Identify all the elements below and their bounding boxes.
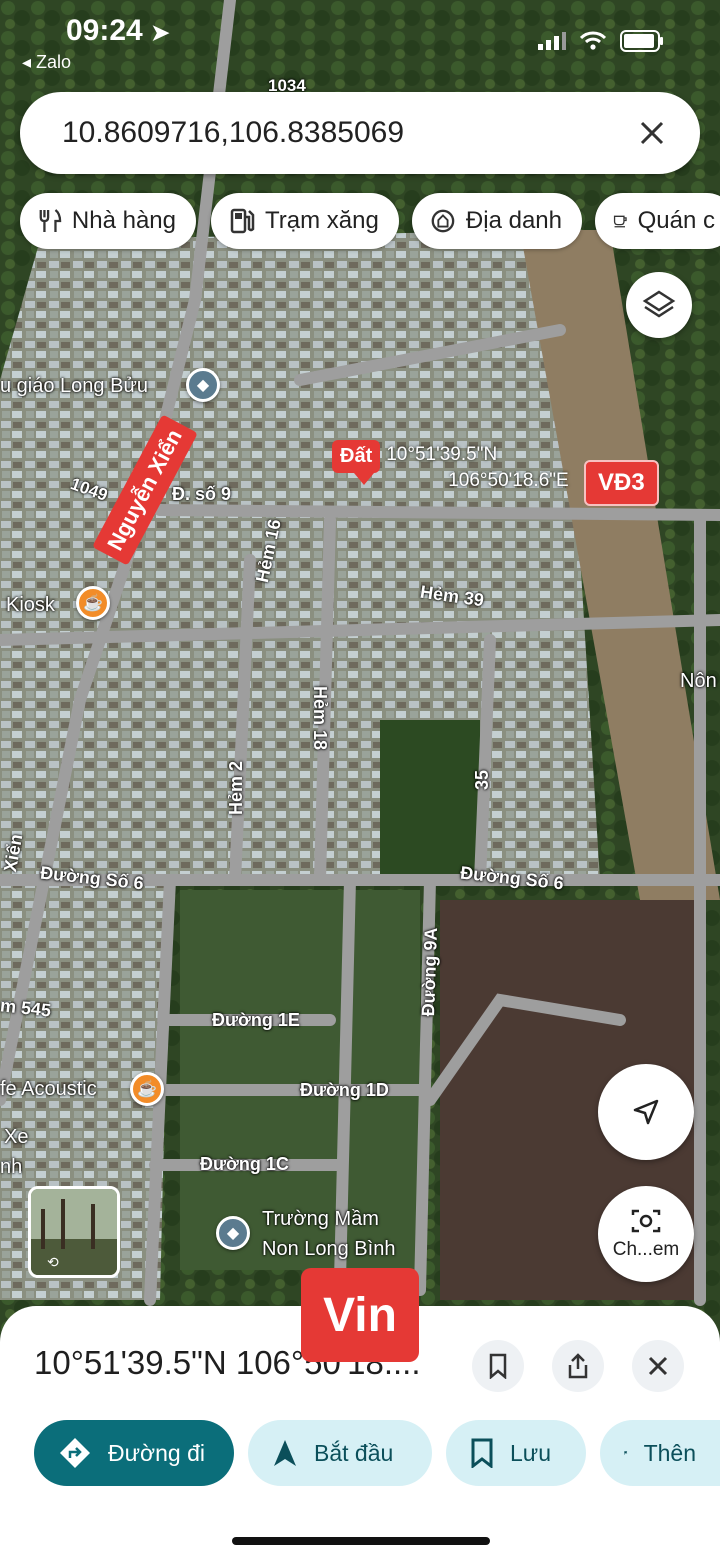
landmark-icon xyxy=(431,209,455,233)
navigation-icon xyxy=(274,1440,296,1466)
chip-landmarks[interactable]: Địa danh xyxy=(412,193,582,249)
street-view-image: ⟲ xyxy=(31,1189,117,1275)
layers-icon xyxy=(642,290,676,318)
status-icons xyxy=(538,30,664,52)
camera-search-label: Ch...em xyxy=(612,1239,680,1260)
vin-watermark-badge: Vin xyxy=(301,1268,419,1362)
more-label: Thên xyxy=(643,1439,696,1466)
chip-label: Địa danh xyxy=(465,207,562,234)
flag-icon xyxy=(624,1451,628,1455)
directions-button[interactable]: Đường đi xyxy=(34,1420,234,1486)
cafe-icon xyxy=(613,215,627,228)
bookmark-button[interactable] xyxy=(472,1340,524,1392)
navigation-arrow-icon xyxy=(633,1099,659,1125)
chip-label: Nhà hàng xyxy=(71,207,176,234)
directions-icon xyxy=(60,1438,90,1468)
signal-icon xyxy=(538,32,566,50)
map-label-cafe: fe Acoustic xyxy=(0,1078,97,1100)
street-view-thumbnail[interactable]: ⟲ xyxy=(28,1186,120,1278)
map-label-kiosk: Kiosk xyxy=(6,594,55,616)
wifi-icon xyxy=(580,31,606,50)
bookmark-icon xyxy=(489,1353,507,1379)
close-sheet-button[interactable] xyxy=(632,1340,684,1392)
map-label-school: u giáo Long Bửu xyxy=(0,375,148,397)
home-indicator[interactable] xyxy=(232,1537,490,1545)
search-bar[interactable] xyxy=(20,92,700,174)
pin-lng: 106°50'18.6"E xyxy=(448,470,569,491)
svg-text:⟲: ⟲ xyxy=(47,1255,59,1271)
restaurant-icon xyxy=(39,209,62,233)
save-button[interactable]: Lưu xyxy=(446,1420,586,1486)
back-to-app-link[interactable]: ◂ Zalo xyxy=(22,52,71,73)
status-time: 09:24 ➤ xyxy=(66,14,170,47)
gas-station-icon xyxy=(230,208,255,234)
pin-pointer-icon xyxy=(354,473,374,485)
chip-cafes[interactable]: Quán c xyxy=(595,193,720,249)
share-button[interactable] xyxy=(552,1340,604,1392)
map-label-school: Non Long Bình xyxy=(262,1238,396,1260)
vd3-badge: VĐ3 xyxy=(584,460,659,506)
battery-icon xyxy=(620,30,663,52)
close-icon xyxy=(640,121,664,145)
camera-icon xyxy=(631,1209,661,1233)
map-label-road: Đường 1E xyxy=(212,1010,300,1030)
map-label-school: Trường Mầm xyxy=(262,1208,379,1230)
save-label: Lưu xyxy=(510,1439,551,1466)
chip-restaurants[interactable]: Nhà hàng xyxy=(20,193,196,249)
school-poi-icon[interactable]: ◆ xyxy=(186,368,220,402)
pin-title: Đất xyxy=(332,440,381,473)
map-label-place: nh xyxy=(0,1156,23,1178)
bookmark-icon xyxy=(471,1438,493,1468)
map-label-road: Đường 9A xyxy=(418,927,442,1017)
map-label-road: Hẻm 18 xyxy=(310,686,330,751)
map-label-place: Nôn xyxy=(680,670,717,692)
map-label-road: Hẻm 2 xyxy=(226,760,246,815)
share-icon xyxy=(568,1353,588,1379)
pin-lat: 10°51'39.5"N xyxy=(386,444,498,465)
directions-label: Đường đi xyxy=(108,1439,205,1466)
school-poi-icon[interactable]: ◆ xyxy=(216,1216,250,1250)
chip-gas-stations[interactable]: Trạm xăng xyxy=(211,193,399,249)
more-button[interactable]: Thên xyxy=(600,1420,720,1486)
status-bar: 09:24 ➤ ◂ Zalo xyxy=(0,0,720,80)
map-label-road: Đường 1C xyxy=(200,1154,289,1174)
map-label-road: Đ. số 9 xyxy=(172,484,232,504)
map-label-road: 35 xyxy=(472,769,492,790)
cafe-poi-icon[interactable]: ☕ xyxy=(76,586,110,620)
start-button[interactable]: Bắt đầu xyxy=(248,1420,432,1486)
location-pin[interactable]: Đất 10°51'39.5"N 106°50'18.6"E xyxy=(332,440,569,494)
map-label-road: Đường 1D xyxy=(300,1080,389,1100)
chip-label: Trạm xăng xyxy=(265,207,379,234)
layers-button[interactable] xyxy=(626,272,692,338)
close-icon xyxy=(648,1356,668,1376)
camera-search-button[interactable]: Ch...em xyxy=(598,1186,694,1282)
search-input[interactable] xyxy=(62,116,632,150)
my-location-button[interactable] xyxy=(598,1064,694,1160)
map-label-place: Xe xyxy=(4,1126,29,1148)
clear-search-button[interactable] xyxy=(632,113,672,153)
start-label: Bắt đầu xyxy=(314,1439,394,1466)
cafe-poi-icon[interactable]: ☕ xyxy=(130,1072,164,1106)
chip-label: Quán c xyxy=(637,207,715,234)
